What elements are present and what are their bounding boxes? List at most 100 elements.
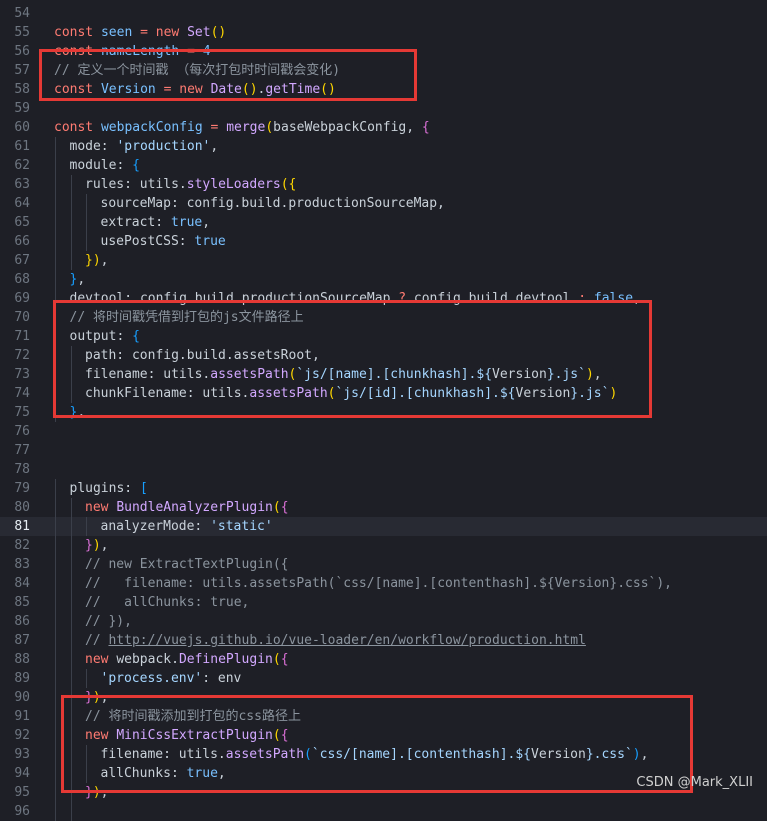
line-number: 75 — [14, 405, 30, 420]
code-token: DefinePlugin — [178, 652, 273, 667]
code-line[interactable]: 83 // new ExtractTextPlugin({ — [0, 555, 767, 574]
code-line[interactable]: 87 // http://vuejs.github.io/vue-loader/e… — [0, 631, 767, 650]
code-line[interactable]: 77 — [0, 441, 767, 460]
code-token: , — [100, 253, 109, 268]
indent-guide — [55, 574, 56, 593]
indent-guide — [55, 555, 56, 574]
indent-guide — [70, 631, 72, 650]
line-number: 65 — [14, 215, 30, 230]
code-line[interactable]: 79 plugins: [ — [0, 479, 767, 498]
code-line[interactable]: 84 // filename: utils.assetsPath(`css/[na… — [0, 574, 767, 593]
line-number: 60 — [14, 120, 30, 135]
code-token: ( — [265, 120, 274, 135]
indent-guide — [55, 137, 56, 156]
indent-guide — [55, 517, 56, 536]
code-token: ( — [272, 652, 281, 667]
indent-guide — [55, 498, 56, 517]
code-line[interactable]: 66 usePostCSS: true — [0, 232, 767, 251]
code-token: , — [202, 215, 211, 230]
line-number: 77 — [14, 443, 30, 458]
code-token: , — [100, 538, 109, 553]
code-line[interactable]: 63 rules: utils.styleLoaders({ — [0, 175, 767, 194]
code-line[interactable]: 86 // }), — [0, 612, 767, 631]
code-text: // filename: utils.assetsPath(`css/[name… — [85, 574, 672, 593]
code-line[interactable]: 89 'process.env': env — [0, 669, 767, 688]
indent-guide — [86, 232, 87, 251]
code-token: { — [421, 120, 430, 135]
indent-guide — [86, 194, 87, 213]
code-token: new — [85, 500, 117, 515]
indent-guide — [55, 213, 56, 232]
code-token: webpack. — [116, 652, 179, 667]
indent-guide — [55, 270, 56, 289]
code-token: http://vuejs.github.io/vue-loader/en/wor… — [108, 633, 586, 648]
line-number: 87 — [14, 633, 30, 648]
code-text: 'process.env': env — [101, 669, 242, 688]
indent-guide — [55, 175, 56, 194]
code-token: webpackConfig — [100, 120, 203, 135]
code-line[interactable]: 67}), — [0, 251, 767, 270]
line-number: 61 — [14, 139, 30, 154]
code-line[interactable]: 85 // allChunks: true, — [0, 593, 767, 612]
code-line[interactable]: 59 — [0, 99, 767, 118]
indent-guide — [55, 802, 56, 821]
indent-guide — [70, 802, 72, 821]
code-token: // allChunks: true, — [85, 595, 250, 610]
code-token: true — [170, 215, 203, 230]
line-number: 80 — [14, 500, 30, 515]
code-line[interactable]: 82}), — [0, 536, 767, 555]
line-number: 86 — [14, 614, 30, 629]
line-number: 90 — [14, 690, 30, 705]
code-text: analyzerMode: 'static' — [101, 517, 273, 536]
code-line[interactable]: 81 analyzerMode: 'static' — [0, 517, 767, 536]
indent-guide — [55, 251, 56, 270]
code-line[interactable]: 88 new webpack.DefinePlugin({ — [0, 650, 767, 669]
code-text: // new ExtractTextPlugin({ — [85, 555, 289, 574]
code-line[interactable]: 76 — [0, 422, 767, 441]
code-line[interactable]: 62 module: { — [0, 156, 767, 175]
highlight-box-version — [39, 49, 417, 101]
code-token: // — [85, 633, 109, 648]
code-line[interactable]: 61 mode: 'production', — [0, 137, 767, 156]
indent-guide — [70, 232, 72, 251]
code-line[interactable]: 60 const webpackConfig = merge(baseWebpac… — [0, 118, 767, 137]
code-text: // http://vuejs.github.io/vue-loader/en/… — [85, 631, 586, 650]
code-line[interactable]: 96 — [0, 802, 767, 821]
code-line[interactable]: 68}, — [0, 270, 767, 289]
indent-guide — [55, 631, 56, 650]
code-token: merge — [226, 120, 266, 135]
code-text: mode: 'production', — [70, 137, 219, 156]
line-number: 76 — [14, 424, 30, 439]
line-number: 68 — [14, 272, 30, 287]
code-token: extract: — [100, 215, 171, 230]
code-token: : env — [202, 671, 242, 686]
code-line[interactable]: 55 const seen = new Set() — [0, 23, 767, 42]
line-number: 57 — [14, 63, 30, 78]
code-token: new — [85, 652, 117, 667]
line-number: 81 — [14, 519, 30, 534]
line-number: 62 — [14, 158, 30, 173]
code-token: ( — [272, 500, 281, 515]
indent-guide — [55, 688, 56, 707]
highlight-box-css-plugin — [61, 695, 693, 793]
code-token: , — [77, 272, 86, 287]
indent-guide — [70, 498, 72, 517]
code-line[interactable]: 64 sourceMap: config.build.productionSour… — [0, 194, 767, 213]
code-text: const webpackConfig = merge(baseWebpackC… — [54, 118, 430, 137]
code-line[interactable]: 54 — [0, 4, 767, 23]
line-number: 83 — [14, 557, 30, 572]
code-token: // new ExtractTextPlugin({ — [85, 557, 289, 572]
line-number: 89 — [14, 671, 30, 686]
code-token: rules: — [85, 177, 140, 192]
indent-guide — [70, 669, 72, 688]
code-token: config.build.productionSourceMap, — [186, 196, 445, 211]
code-line[interactable]: 78 — [0, 460, 767, 479]
code-text: sourceMap: config.build.productionSource… — [101, 194, 445, 213]
line-number: 95 — [14, 785, 30, 800]
code-token: analyzerMode: — [100, 519, 211, 534]
code-line[interactable]: 65 extract: true, — [0, 213, 767, 232]
indent-guide — [55, 707, 56, 726]
code-line[interactable]: 80 new BundleAnalyzerPlugin({ — [0, 498, 767, 517]
line-number: 69 — [14, 291, 30, 306]
code-token: { — [280, 500, 289, 515]
